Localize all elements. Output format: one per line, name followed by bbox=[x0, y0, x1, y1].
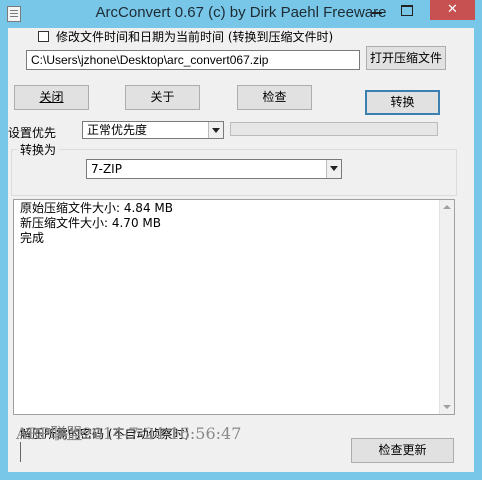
maximize-button[interactable] bbox=[396, 3, 418, 17]
priority-label: 设置优先 bbox=[8, 126, 57, 140]
log-line: 完成 bbox=[20, 231, 45, 245]
app-window: ArcConvert 0.67 (c) by Dirk Paehl Freewa… bbox=[0, 0, 482, 480]
log-output[interactable]: 原始压缩文件大小: 4.84 MB 新压缩文件大小: 4.70 MB 完成 bbox=[13, 199, 455, 415]
chevron-down-icon[interactable] bbox=[326, 160, 341, 178]
close-window-button[interactable]: ✕ bbox=[430, 0, 475, 20]
scroll-up-icon[interactable] bbox=[440, 200, 454, 214]
modify-time-label: 修改文件时间和日期为当前时间 (转换到压缩文件时) bbox=[56, 30, 334, 44]
close-button[interactable]: 关闭 bbox=[14, 85, 89, 110]
format-value: 7-ZIP bbox=[91, 162, 122, 176]
watermark-timestamp: ARP联盟2014-7-24 16:56:47 bbox=[16, 424, 242, 443]
priority-select[interactable]: 正常优先度 bbox=[82, 121, 224, 139]
minimize-button[interactable] bbox=[366, 3, 388, 17]
check-button[interactable]: 检查 bbox=[237, 85, 312, 110]
progress-bar bbox=[230, 122, 438, 136]
convert-to-label: 转换为 bbox=[17, 141, 60, 158]
priority-value: 正常优先度 bbox=[87, 123, 148, 137]
file-path-input[interactable]: C:\Users\jzhone\Desktop\arc_convert067.z… bbox=[26, 50, 360, 70]
check-button-label: 检查 bbox=[262, 90, 287, 104]
convert-button[interactable]: 转换 bbox=[365, 90, 440, 115]
close-button-label: 关闭 bbox=[39, 90, 64, 104]
open-archive-button[interactable]: 打开压缩文件 bbox=[366, 46, 446, 70]
log-line: 原始压缩文件大小: 4.84 MB bbox=[20, 201, 173, 215]
client-area: 修改文件时间和日期为当前时间 (转换到压缩文件时) C:\Users\jzhon… bbox=[8, 28, 474, 472]
log-line: 新压缩文件大小: 4.70 MB bbox=[20, 216, 161, 230]
check-update-button[interactable]: 检查更新 bbox=[351, 438, 454, 463]
title-bar[interactable]: ArcConvert 0.67 (c) by Dirk Paehl Freewa… bbox=[0, 0, 482, 28]
about-button[interactable]: 关于 bbox=[125, 85, 200, 110]
scroll-down-icon[interactable] bbox=[440, 400, 454, 414]
modify-time-checkbox[interactable] bbox=[38, 31, 49, 42]
format-select[interactable]: 7-ZIP bbox=[86, 159, 342, 179]
chevron-down-icon[interactable] bbox=[208, 122, 223, 138]
convert-button-label: 转换 bbox=[390, 95, 415, 109]
about-button-label: 关于 bbox=[150, 90, 175, 104]
log-scrollbar[interactable] bbox=[439, 200, 454, 414]
password-input[interactable] bbox=[20, 442, 21, 462]
